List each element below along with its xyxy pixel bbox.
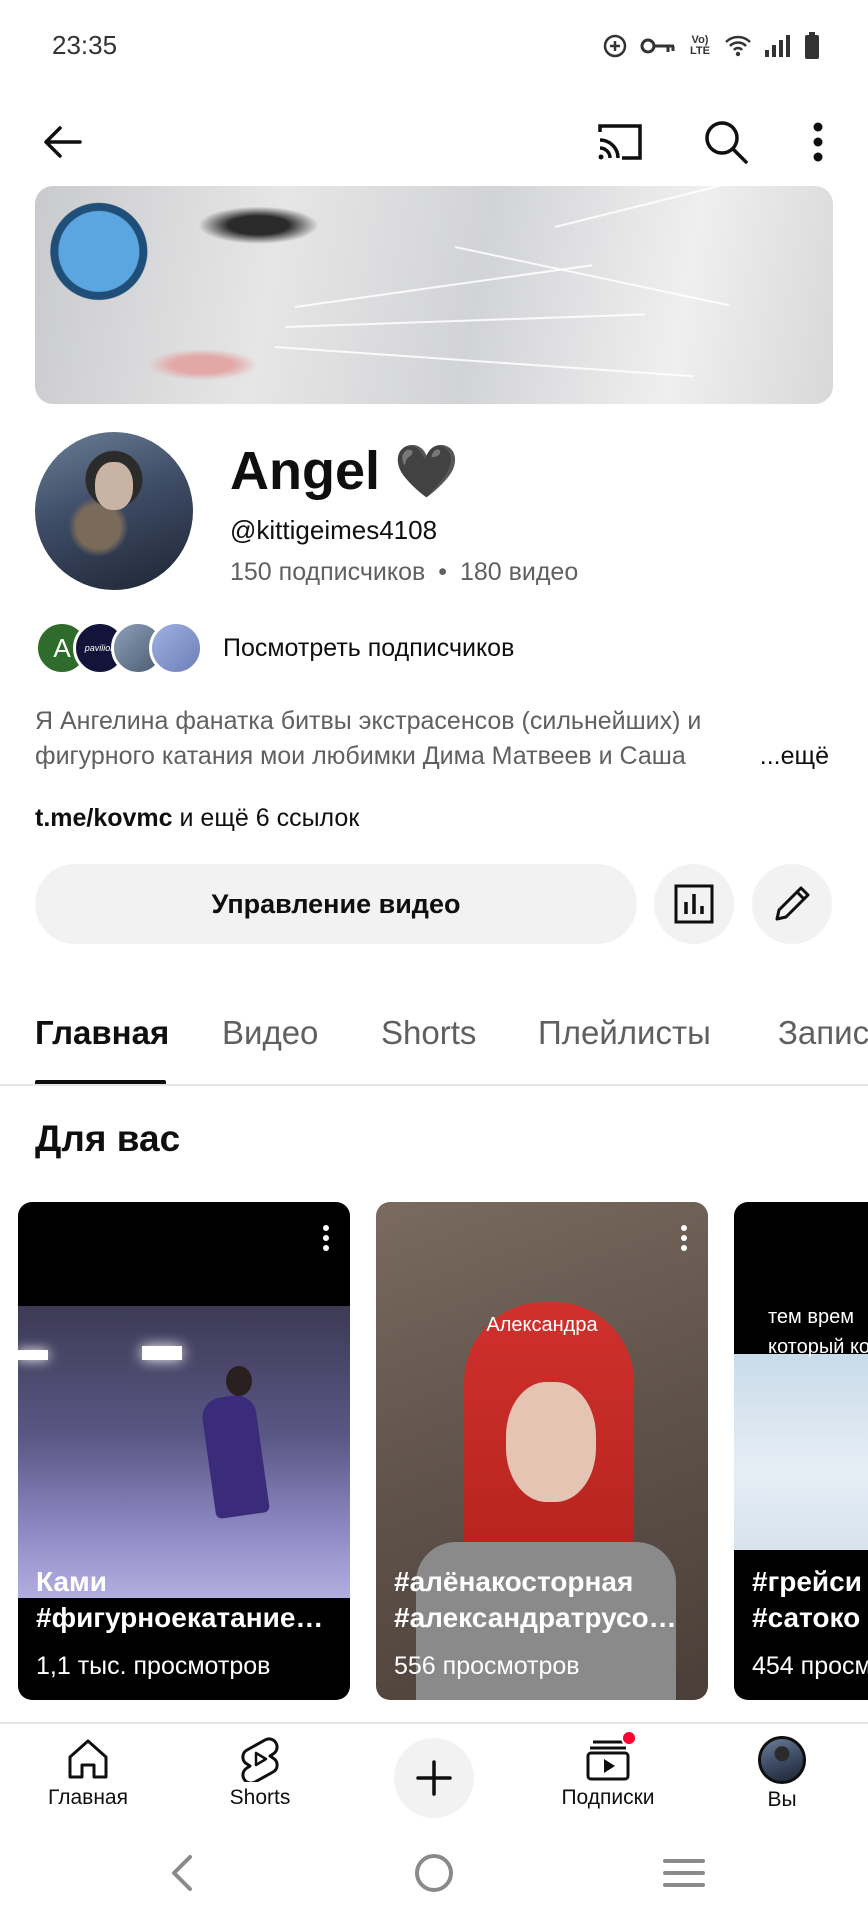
short-thumbnail (18, 1306, 350, 1598)
shorts-icon (241, 1737, 279, 1782)
tab-shorts[interactable]: Shorts (381, 1014, 476, 1052)
cast-button[interactable] (584, 106, 656, 178)
circle-home-icon (415, 1854, 453, 1892)
status-bar: 23:35 Vo) LTE (0, 0, 868, 96)
data-saver-icon (603, 34, 627, 58)
cast-icon (598, 124, 642, 160)
channel-tabs: Главная Видео Shorts Плейлисты Записи (0, 1000, 868, 1086)
volte-lte-icon: Vo) LTE (690, 34, 710, 57)
search-icon (705, 121, 748, 164)
channel-stats: 150 подписчиков • 180 видео (230, 558, 578, 587)
wifi-icon (725, 35, 751, 57)
channel-description[interactable]: Я Ангелина фанатка битвы экстрасенсов (с… (35, 704, 829, 774)
short-overlay-text: тем врем который ко (768, 1306, 868, 1358)
short-card[interactable]: Ками #фигурноекатание… 1,1 тыс. просмотр… (18, 1202, 350, 1700)
edit-channel-button[interactable] (752, 864, 832, 944)
short-title-line: Ками (36, 1566, 107, 1597)
create-button[interactable] (394, 1738, 474, 1818)
home-icon (68, 1739, 108, 1779)
stats-separator: • (438, 558, 447, 586)
view-subscribers-row[interactable]: A pavilion Посмотреть подписчиков (35, 620, 514, 676)
tab-playlists[interactable]: Плейлисты (538, 1014, 711, 1052)
short-title-line: #фигурноекатание… (36, 1602, 324, 1633)
create-plus-icon (416, 1760, 452, 1796)
description-more-link[interactable]: ...ещё (709, 739, 829, 774)
short-title-line: #грейси (752, 1566, 862, 1597)
vpn-key-icon (640, 38, 675, 54)
edit-pencil-icon (775, 886, 810, 921)
battery-icon (805, 32, 819, 59)
channel-name: Angel 🖤 (230, 440, 459, 502)
short-views: 1,1 тыс. просмотров (36, 1652, 271, 1680)
short-title: Ками #фигурноекатание… (36, 1564, 336, 1636)
subscriber-avatar (149, 621, 203, 675)
more-vert-icon (681, 1225, 687, 1251)
nav-label: Shorts (229, 1786, 291, 1809)
active-tab-indicator (35, 1080, 166, 1084)
nav-home[interactable]: Главная (18, 1736, 158, 1810)
short-title-line: #алёнакосторная (394, 1566, 634, 1597)
profile-avatar-icon (758, 1736, 806, 1784)
short-overlay-text: Александра (486, 1314, 598, 1336)
manage-videos-button[interactable]: Управление видео (35, 864, 637, 944)
short-card[interactable]: тем врем который ко #грейси #сатоко 454 … (734, 1202, 868, 1700)
system-recents-button[interactable] (654, 1846, 714, 1900)
nav-label: Главная (48, 1786, 128, 1809)
nav-label: Подписки (561, 1786, 655, 1809)
system-navigation-bar (0, 1826, 868, 1920)
short-title-line: #александратрусо… (394, 1602, 677, 1633)
channel-links[interactable]: t.me/kovmc и ещё 6 ссылок (35, 804, 359, 833)
tab-home[interactable]: Главная (35, 1014, 169, 1052)
status-time: 23:35 (52, 30, 118, 60)
back-button[interactable] (26, 106, 98, 178)
back-arrow-icon (44, 126, 82, 158)
short-title: #грейси #сатоко (752, 1564, 868, 1636)
nav-you[interactable]: Вы (712, 1736, 852, 1812)
channel-banner (35, 186, 833, 404)
signal-icon (765, 35, 790, 57)
short-menu-button[interactable] (322, 1224, 330, 1257)
description-text: Я Ангелина фанатка битвы экстрасенсов (с… (35, 707, 702, 770)
more-vert-icon (813, 122, 823, 162)
top-app-bar (0, 96, 868, 192)
primary-link[interactable]: t.me/kovmc (35, 804, 173, 832)
short-thumbnail (734, 1354, 868, 1550)
more-options-button[interactable] (782, 106, 854, 178)
system-home-button[interactable] (404, 1846, 464, 1900)
search-button[interactable] (690, 106, 762, 178)
bottom-navigation: Главная Shorts Подписки Вы (0, 1722, 868, 1826)
system-back-button[interactable] (152, 1846, 212, 1900)
shorts-shelf: Ками #фигурноекатание… 1,1 тыс. просмотр… (18, 1202, 868, 1702)
video-count: 180 видео (459, 558, 579, 586)
nav-shorts[interactable]: Shorts (190, 1736, 330, 1810)
short-menu-button[interactable] (680, 1224, 688, 1257)
channel-avatar[interactable] (35, 432, 193, 590)
tab-videos[interactable]: Видео (222, 1014, 318, 1052)
menu-lines-icon (663, 1859, 705, 1887)
more-vert-icon (323, 1225, 329, 1251)
channel-handle: @kittigeimes4108 (230, 515, 438, 545)
subscriber-count: 150 подписчиков (230, 558, 426, 586)
channel-name-text: Angel (230, 441, 381, 501)
analytics-icon (674, 884, 714, 924)
nav-label: Вы (767, 1788, 797, 1811)
short-card[interactable]: Александра #алёнакосторная #александратр… (376, 1202, 708, 1700)
status-icons: Vo) LTE (602, 32, 820, 60)
short-views: 556 просмотров (394, 1652, 580, 1680)
chevron-left-icon (172, 1855, 192, 1891)
short-title: #алёнакосторная #александратрусо… (394, 1564, 694, 1636)
black-heart-emoji: 🖤 (394, 442, 459, 501)
short-views: 454 просм (752, 1652, 868, 1680)
section-title: Для вас (35, 1118, 181, 1159)
analytics-button[interactable] (654, 864, 734, 944)
short-title-line: #сатоко (752, 1602, 861, 1633)
notification-dot (621, 1730, 637, 1746)
nav-subscriptions[interactable]: Подписки (538, 1730, 678, 1810)
tab-posts[interactable]: Записи (778, 1014, 868, 1052)
view-subscribers-label: Посмотреть подписчиков (223, 633, 515, 662)
more-links-text[interactable]: и ещё 6 ссылок (173, 804, 360, 832)
